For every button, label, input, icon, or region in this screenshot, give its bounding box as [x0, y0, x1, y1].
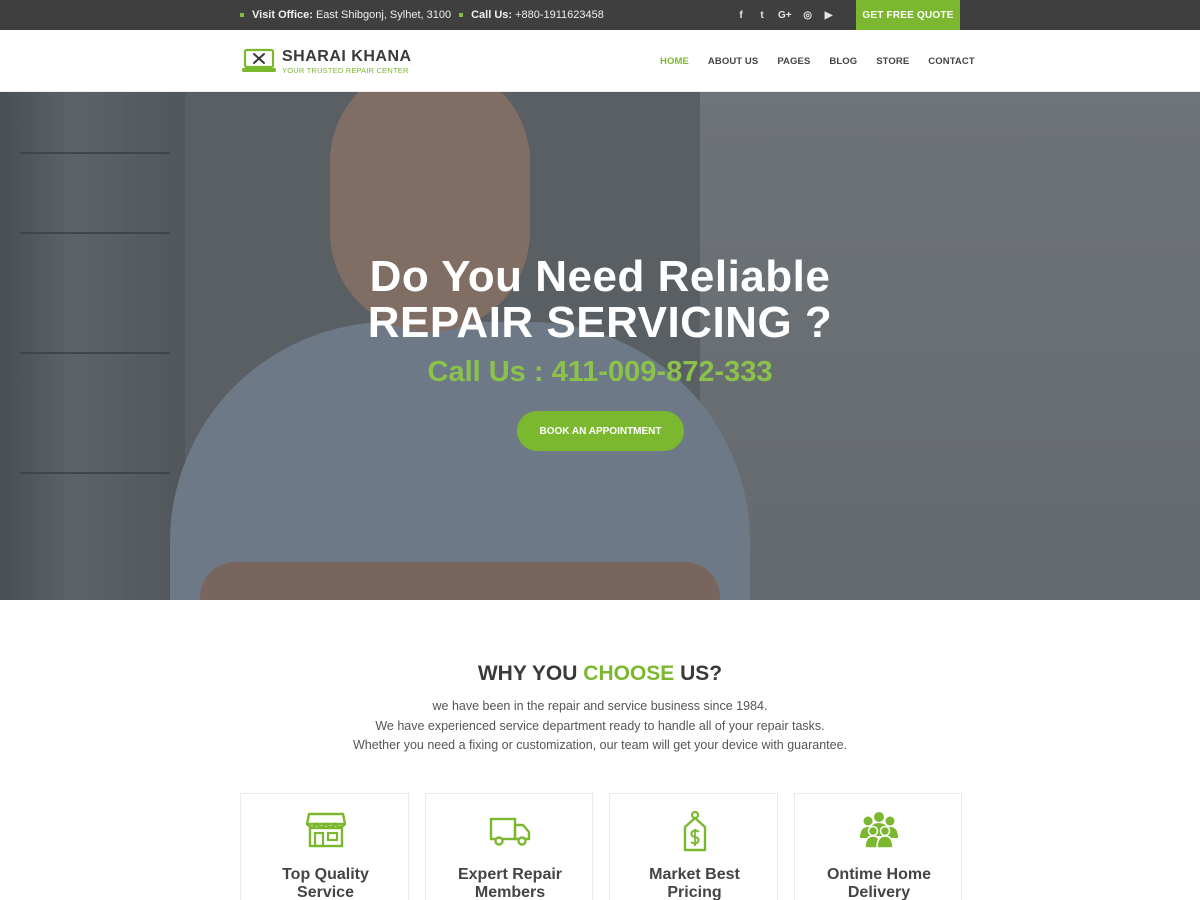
nav-about-us[interactable]: ABOUT US: [708, 56, 758, 67]
team-icon: [795, 810, 964, 850]
truck-icon: [426, 810, 595, 850]
feature-title-line: Market Best: [649, 866, 740, 883]
nav-pages[interactable]: PAGES: [777, 56, 810, 67]
price-tag-icon: [610, 810, 779, 852]
feature-title: Market Best Pricing: [610, 866, 779, 900]
top-bar: Visit Office: East Shibgonj, Sylhet, 310…: [0, 0, 1200, 30]
nav-contact[interactable]: CONTACT: [928, 56, 974, 67]
book-appointment-button[interactable]: BOOK AN APPOINTMENT: [517, 411, 684, 451]
phone-number[interactable]: +880-1911623458: [515, 9, 604, 21]
logo-subtitle: YOUR TRUSTED REPAIR CENTER: [282, 66, 409, 75]
description-line: we have been in the repair and service b…: [432, 699, 768, 713]
hero-heading-line1: Do You Need Reliable: [369, 252, 831, 301]
twitter-icon[interactable]: t: [757, 10, 767, 21]
feature-title-line: Service: [297, 884, 354, 900]
feature-card[interactable]: Top Quality Service: [240, 793, 409, 900]
feature-title: Ontime Home Delivery: [795, 866, 964, 900]
title-accent: CHOOSE: [583, 662, 675, 685]
feature-cards: Top Quality Service Expert Repair Member…: [240, 793, 962, 900]
laptop-wrench-icon: [242, 48, 276, 74]
description-line: Whether you need a fixing or customizati…: [352, 738, 847, 752]
get-free-quote-button[interactable]: GET FREE QUOTE: [856, 0, 960, 30]
office-info: Visit Office: East Shibgonj, Sylhet, 310…: [240, 9, 451, 21]
feature-title-line: Delivery: [847, 884, 911, 900]
title-pre: WHY YOU: [477, 662, 584, 685]
bullet-icon: [459, 13, 464, 17]
main-nav: HOME ABOUT US PAGES BLOG STORE CONTACT: [660, 30, 994, 92]
office-label: Visit Office:: [252, 9, 313, 21]
feature-card[interactable]: Expert Repair Members: [424, 793, 595, 900]
call-label: Call Us:: [471, 9, 513, 21]
description-line: We have experienced service department r…: [375, 718, 825, 733]
feature-title-line: Expert Repair: [457, 866, 563, 883]
nav-home[interactable]: HOME: [660, 56, 689, 67]
title-post: US?: [674, 662, 723, 685]
nav-store[interactable]: STORE: [876, 56, 909, 67]
contact-info: Visit Office: East Shibgonj, Sylhet, 310…: [240, 0, 612, 30]
feature-title-line: Pricing: [667, 884, 722, 900]
nav-blog[interactable]: BLOG: [829, 56, 857, 67]
hero-phone: Call Us : 411-009-872-333: [427, 356, 773, 388]
phone-info: Call Us: +880-1911623458: [459, 9, 604, 21]
bullet-icon: [240, 13, 244, 17]
facebook-icon[interactable]: f: [736, 10, 746, 21]
office-address: East Shibgonj, Sylhet, 3100: [315, 9, 452, 21]
feature-title-line: Top Quality: [282, 866, 369, 883]
google-plus-icon[interactable]: G+: [778, 10, 792, 21]
feature-title: Expert Repair Members: [426, 866, 595, 900]
instagram-icon[interactable]: ◎: [803, 10, 813, 21]
logo-title: SHARAI KHANA: [282, 48, 412, 65]
hero-heading-line2: REPAIR SERVICING ?: [367, 298, 833, 347]
hero-banner: Do You Need Reliable REPAIR SERVICING ? …: [0, 92, 1200, 600]
section-title: WHY YOU CHOOSE US?: [0, 662, 1200, 686]
feature-card[interactable]: Ontime Home Delivery: [793, 793, 964, 900]
feature-title-line: Members: [474, 884, 546, 900]
site-header: SHARAI KHANA YOUR TRUSTED REPAIR CENTER …: [0, 30, 1200, 92]
feature-title: Top Quality Service: [241, 866, 410, 900]
logo[interactable]: SHARAI KHANA YOUR TRUSTED REPAIR CENTER: [242, 48, 412, 76]
social-links: f t G+ ◎ ▶: [736, 0, 834, 30]
feature-card[interactable]: Market Best Pricing: [609, 793, 778, 900]
store-icon: [241, 810, 410, 850]
feature-title-line: Ontime Home: [826, 866, 931, 883]
youtube-icon[interactable]: ▶: [824, 10, 834, 21]
section-description: we have been in the repair and service b…: [0, 697, 1200, 756]
